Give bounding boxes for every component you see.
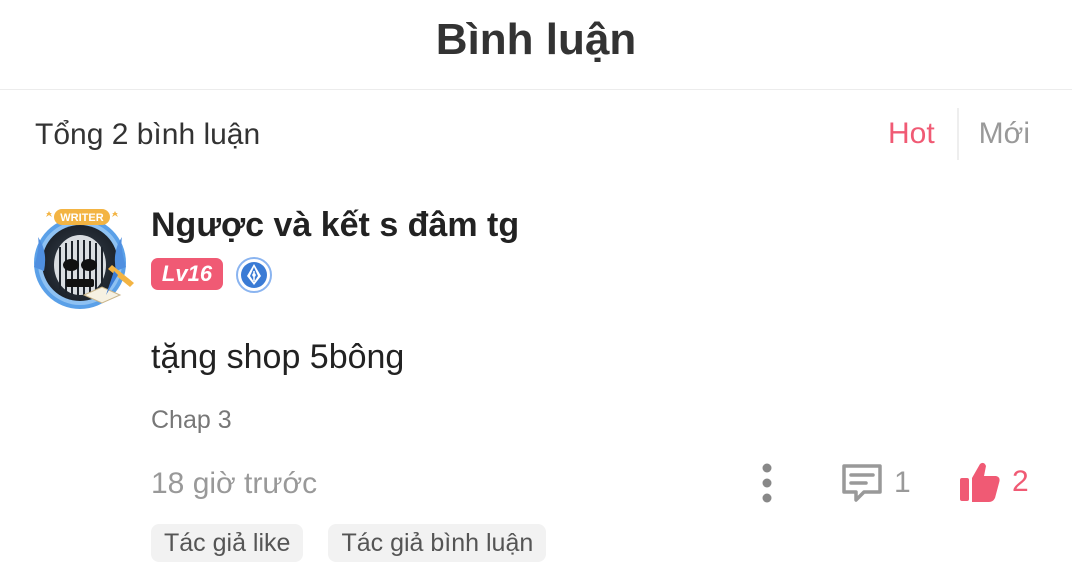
level-badge: Lv16 [151, 258, 223, 290]
comment-tags: Tác giả like Tác giả bình luận [151, 524, 547, 562]
chapter-link[interactable]: Chap 3 [151, 404, 232, 436]
comment-text: tặng shop 5bông [151, 338, 405, 376]
comment-count-label: Tổng 2 bình luận [35, 118, 261, 151]
more-vertical-icon [762, 463, 772, 503]
pen-nib-icon [236, 257, 272, 293]
reply-count: 1 [894, 466, 911, 499]
comment-icon [842, 464, 882, 502]
reply-button[interactable]: 1 [840, 460, 911, 506]
avatar[interactable]: WRITER [26, 207, 138, 311]
page-title: Bình luận [435, 15, 637, 64]
sort-hot-tab[interactable]: Hot [888, 108, 959, 160]
thumbs-up-icon [960, 462, 1000, 502]
author-liked-tag: Tác giả like [151, 524, 304, 562]
more-options-button[interactable] [752, 462, 782, 504]
sort-new-tab[interactable]: Mới [959, 108, 1030, 160]
comment-timestamp: 18 giờ trước [151, 467, 318, 500]
sort-tabs: Hot Mới [888, 108, 1030, 160]
like-button[interactable]: 2 [958, 458, 1029, 506]
author-replied-tag: Tác giả bình luận [328, 524, 547, 562]
username[interactable]: Ngược và kết s đâm tg [151, 204, 519, 246]
avatar-image: WRITER [34, 209, 134, 309]
avatar-writer-text: WRITER [60, 212, 103, 224]
like-count: 2 [1012, 465, 1029, 498]
header-bar: Bình luận [0, 0, 1072, 90]
